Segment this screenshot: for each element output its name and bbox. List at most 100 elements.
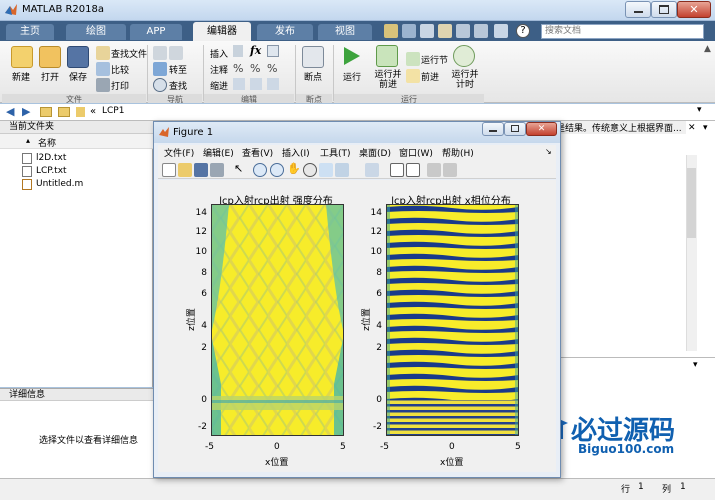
brush-icon[interactable]	[335, 163, 349, 177]
search-documentation-input[interactable]: 搜索文档	[541, 24, 704, 39]
name-column-header[interactable]: 名称	[38, 136, 56, 149]
link-plot-icon[interactable]	[365, 163, 379, 177]
back-nav-icon[interactable]	[153, 46, 167, 60]
edit-plot-icon[interactable]: ↖	[234, 162, 243, 175]
undo-icon[interactable]	[456, 24, 470, 38]
path-dropdown-icon[interactable]: ▾	[697, 105, 702, 115]
up-folder-icon[interactable]	[40, 107, 52, 117]
comment-button[interactable]: 注释	[210, 63, 228, 76]
wrap-comment-icon[interactable]: %	[267, 62, 277, 75]
search-icon[interactable]: ⌕	[688, 25, 702, 38]
find-button[interactable]: 查找	[169, 79, 187, 92]
show-plot-tools-icon[interactable]	[443, 163, 457, 177]
copy-icon[interactable]	[420, 24, 434, 38]
save-button[interactable]: 保存	[69, 70, 87, 83]
open-icon[interactable]	[39, 46, 61, 68]
command-window-menu-icon[interactable]: ▾	[693, 360, 698, 370]
insert-colorbar-icon[interactable]	[390, 163, 404, 177]
find-files-button[interactable]: 查找文件	[111, 47, 147, 60]
menu-view[interactable]: 查看(V)	[242, 146, 273, 159]
list-item[interactable]: Untitled.m	[36, 178, 83, 191]
tab-home[interactable]: 主页	[6, 24, 54, 40]
figure-minimize-button[interactable]	[482, 122, 504, 136]
panel-menu-icon[interactable]: ✕	[688, 123, 696, 133]
editor-scrollbar-thumb[interactable]	[687, 168, 696, 238]
panel-menu-icon[interactable]: ▾	[703, 123, 708, 133]
run-icon[interactable]	[340, 45, 362, 67]
menu-tools[interactable]: 工具(T)	[320, 146, 351, 159]
fx-icon[interactable]: fx	[250, 44, 261, 57]
breakpoints-button[interactable]: 断点	[304, 70, 322, 83]
figure-close-button[interactable]: ✕	[526, 122, 557, 136]
minimize-button[interactable]	[625, 1, 651, 18]
decrease-indent-icon[interactable]	[267, 78, 279, 90]
pan-icon[interactable]: ✋	[287, 162, 301, 175]
goto-button[interactable]: 转至	[169, 63, 187, 76]
path-overflow[interactable]: «	[90, 106, 96, 117]
tab-publish[interactable]: 发布	[257, 24, 313, 40]
path-current-folder[interactable]: LCP1	[102, 106, 124, 116]
menu-window[interactable]: 窗口(W)	[399, 146, 433, 159]
rotate-3d-icon[interactable]	[303, 163, 317, 177]
new-icon[interactable]	[11, 46, 33, 68]
menu-desktop[interactable]: 桌面(D)	[359, 146, 391, 159]
insert-section-icon[interactable]	[233, 45, 243, 57]
insert-legend-icon[interactable]	[406, 163, 420, 177]
layout-icon[interactable]	[494, 24, 508, 38]
menu-file[interactable]: 文件(F)	[164, 146, 194, 159]
open-button[interactable]: 打开	[41, 70, 59, 83]
new-button[interactable]: 新建	[12, 70, 30, 83]
close-button[interactable]: ✕	[677, 1, 711, 18]
paste-icon[interactable]	[438, 24, 452, 38]
list-item[interactable]: LCP.txt	[36, 165, 67, 178]
sort-icon[interactable]: ▴	[26, 136, 30, 145]
figure-maximize-button[interactable]	[504, 122, 526, 136]
forward-arrow-icon[interactable]: ▶	[22, 105, 30, 118]
menu-help[interactable]: 帮助(H)	[442, 146, 474, 159]
tab-apps[interactable]: APP	[130, 24, 182, 40]
browse-folder-icon[interactable]	[58, 107, 70, 117]
cut-icon[interactable]	[402, 24, 416, 38]
insert-table-icon[interactable]	[267, 45, 279, 57]
uncomment-icon[interactable]: %	[250, 62, 260, 75]
tab-plots[interactable]: 绘图	[66, 24, 126, 40]
breakpoints-icon[interactable]	[302, 46, 324, 68]
save-quick-icon[interactable]	[384, 24, 398, 38]
menu-edit[interactable]: 编辑(E)	[203, 146, 234, 159]
run-advance-icon[interactable]	[376, 45, 398, 67]
print-figure-icon[interactable]	[210, 163, 224, 177]
insert-button[interactable]: 插入	[210, 47, 228, 60]
data-cursor-icon[interactable]	[319, 163, 333, 177]
open-file-icon[interactable]	[178, 163, 192, 177]
run-time-icon[interactable]	[453, 45, 475, 67]
plot1-axes-box[interactable]	[211, 204, 344, 436]
run-section-button[interactable]: 运行节	[421, 53, 448, 66]
run-button[interactable]: 运行	[343, 70, 361, 83]
tab-view[interactable]: 视图	[318, 24, 372, 40]
plot2-axes-box[interactable]	[386, 204, 519, 436]
comment-percent-icon[interactable]: %	[233, 62, 243, 75]
print-button[interactable]: 打印	[111, 79, 129, 92]
help-icon[interactable]: ?	[516, 24, 530, 38]
maximize-button[interactable]	[651, 1, 677, 18]
tab-editor[interactable]: 编辑器	[193, 22, 251, 41]
advance-button[interactable]: 前进	[421, 70, 439, 83]
indent-button[interactable]: 缩进	[210, 79, 228, 92]
redo-icon[interactable]	[474, 24, 488, 38]
run-time-button[interactable]: 运行并计时	[450, 70, 480, 90]
back-arrow-icon[interactable]: ◀	[6, 105, 14, 118]
menu-dock-icon[interactable]: ↘	[545, 147, 552, 156]
increase-indent-icon[interactable]	[250, 78, 262, 90]
compare-button[interactable]: 比较	[111, 63, 129, 76]
save-icon[interactable]	[67, 46, 89, 68]
forward-nav-icon[interactable]	[169, 46, 183, 60]
list-item[interactable]: l2D.txt	[36, 152, 66, 165]
menu-insert[interactable]: 插入(I)	[282, 146, 310, 159]
new-figure-icon[interactable]	[162, 163, 176, 177]
zoom-in-icon[interactable]	[253, 163, 267, 177]
smart-indent-icon[interactable]	[233, 78, 245, 90]
run-advance-button[interactable]: 运行并前进	[373, 70, 403, 90]
zoom-out-icon[interactable]	[270, 163, 284, 177]
hide-plot-tools-icon[interactable]	[427, 163, 441, 177]
collapse-ribbon-icon[interactable]: ▲	[704, 44, 711, 54]
